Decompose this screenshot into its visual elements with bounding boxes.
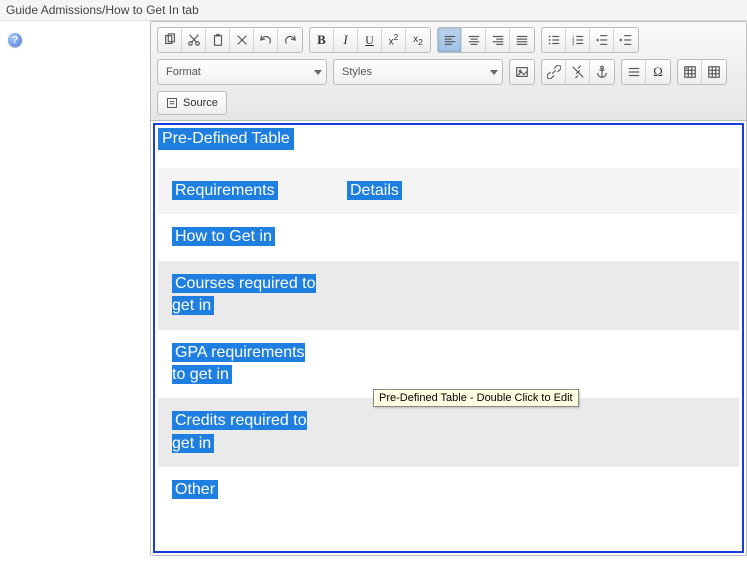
editor-content[interactable]: Pre-Defined Table Requirements Details H… <box>151 121 746 555</box>
cut-button[interactable] <box>182 28 206 52</box>
italic-button[interactable]: I <box>334 28 358 52</box>
chevron-down-icon <box>490 70 498 75</box>
superscript-button[interactable]: x2 <box>382 28 406 52</box>
help-icon[interactable]: ? <box>8 33 22 47</box>
align-left-button[interactable] <box>438 28 462 52</box>
cell-requirement: Other <box>172 480 218 499</box>
bulleted-list-button[interactable] <box>542 28 566 52</box>
editor-toolbar: B I U x2 x2 <box>151 22 746 121</box>
source-button[interactable]: Source <box>157 91 227 115</box>
cell-requirement: Credits required to get in <box>172 411 307 452</box>
undo-button[interactable] <box>254 28 278 52</box>
align-justify-button[interactable] <box>510 28 534 52</box>
header-requirements: Requirements <box>172 181 278 200</box>
copy-button[interactable] <box>158 28 182 52</box>
styles-dropdown[interactable]: Styles <box>333 59 503 85</box>
svg-text:3: 3 <box>571 41 574 46</box>
unlink-button[interactable] <box>566 60 590 84</box>
subscript-button[interactable]: x2 <box>406 28 430 52</box>
widget-tooltip: Pre-Defined Table - Double Click to Edit <box>373 389 579 407</box>
toolbar-group-table <box>677 59 727 85</box>
table-row: Courses required to get in <box>158 261 739 330</box>
anchor-button[interactable] <box>590 60 614 84</box>
toolbar-group-textstyle: B I U x2 x2 <box>309 27 431 53</box>
align-center-button[interactable] <box>462 28 486 52</box>
rich-text-editor: B I U x2 x2 <box>150 21 747 556</box>
format-label: Format <box>166 66 308 78</box>
redo-button[interactable] <box>278 28 302 52</box>
horizontal-rule-button[interactable] <box>622 60 646 84</box>
indent-button[interactable] <box>614 28 638 52</box>
align-right-button[interactable] <box>486 28 510 52</box>
outdent-button[interactable] <box>590 28 614 52</box>
toolbar-group-align <box>437 27 535 53</box>
table-button[interactable] <box>702 60 726 84</box>
table-row: Other <box>158 467 739 513</box>
paste-button[interactable] <box>206 28 230 52</box>
toolbar-group-clipboard <box>157 27 303 53</box>
cell-requirement: GPA requirements to get in <box>172 343 305 384</box>
cell-requirement: How to Get in <box>172 227 275 246</box>
styles-label: Styles <box>342 66 484 78</box>
header-details: Details <box>347 181 402 200</box>
toolbar-group-media <box>509 59 535 85</box>
underline-button[interactable]: U <box>358 28 382 52</box>
image-button[interactable] <box>510 60 534 84</box>
widget-title: Pre-Defined Table <box>158 128 294 150</box>
left-gutter: ? <box>0 21 150 556</box>
selected-widget-frame[interactable]: Pre-Defined Table Requirements Details H… <box>153 123 744 553</box>
page-title: Guide Admissions/How to Get In tab <box>6 3 199 17</box>
cell-requirement: Courses required to get in <box>172 274 316 315</box>
predefined-table: Requirements Details How to Get in Cours… <box>158 168 739 514</box>
link-button[interactable] <box>542 60 566 84</box>
source-label: Source <box>183 97 218 109</box>
format-dropdown[interactable]: Format <box>157 59 327 85</box>
predefined-table-button[interactable] <box>678 60 702 84</box>
table-header-row: Requirements Details <box>158 168 739 214</box>
toolbar-group-lists: 123 <box>541 27 639 53</box>
table-row: How to Get in <box>158 214 739 260</box>
special-char-button[interactable]: Ω <box>646 60 670 84</box>
remove-format-button[interactable] <box>230 28 254 52</box>
chevron-down-icon <box>314 70 322 75</box>
bold-button[interactable]: B <box>310 28 334 52</box>
table-row: Credits required to get in <box>158 398 739 467</box>
toolbar-group-insert: Ω <box>621 59 671 85</box>
toolbar-group-links <box>541 59 615 85</box>
numbered-list-button[interactable]: 123 <box>566 28 590 52</box>
page-title-bar: Guide Admissions/How to Get In tab <box>0 0 747 21</box>
